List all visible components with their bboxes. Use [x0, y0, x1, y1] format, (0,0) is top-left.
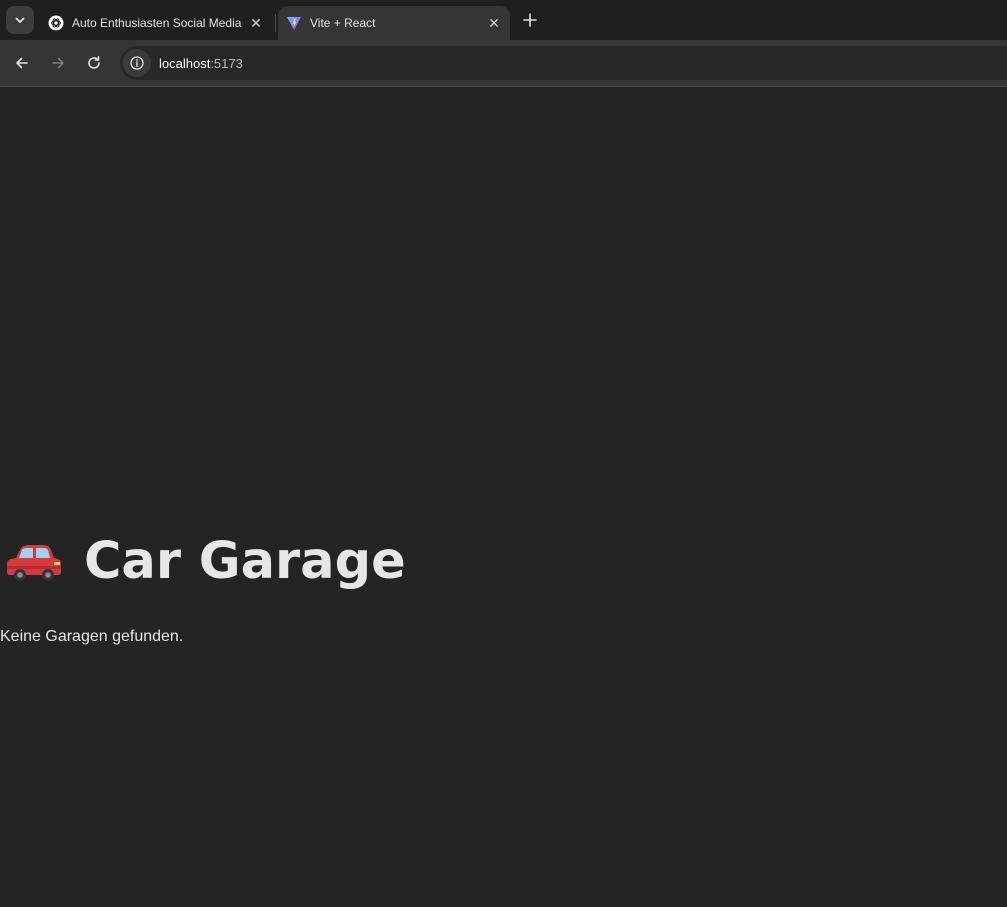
url-port: :5173 — [210, 55, 243, 71]
close-tab-icon[interactable]: ✕ — [246, 13, 266, 33]
reload-icon — [88, 56, 100, 69]
back-button[interactable] — [8, 49, 36, 77]
tab-search-button[interactable] — [6, 6, 34, 34]
browser-tab-bar: Auto Enthusiasten Social Media ✕ Vite + … — [0, 0, 1007, 40]
chevron-down-icon — [15, 17, 25, 23]
plus-icon — [523, 13, 537, 27]
new-tab-button[interactable] — [518, 8, 542, 32]
url-text: localhost:5173 — [159, 56, 243, 71]
page-title-text: Car Garage — [84, 532, 406, 591]
page-title: Car Garage — [6, 532, 406, 591]
forward-button[interactable] — [44, 49, 72, 77]
empty-state-message: Keine Garagen gefunden. — [0, 628, 184, 645]
info-icon — [130, 56, 144, 70]
reload-button[interactable] — [80, 49, 108, 77]
tab-title: Auto Enthusiasten Social Media — [72, 16, 242, 30]
vite-icon — [286, 15, 302, 31]
arrow-right-icon — [52, 57, 64, 69]
tab-auto-enthusiasten[interactable]: Auto Enthusiasten Social Media ✕ — [40, 6, 272, 40]
close-tab-icon[interactable]: ✕ — [484, 13, 504, 33]
tab-separator — [275, 14, 276, 32]
address-bar[interactable]: localhost:5173 — [120, 46, 1007, 80]
openai-icon — [48, 15, 64, 31]
url-host: localhost — [159, 55, 211, 71]
site-info-button[interactable] — [123, 49, 151, 77]
car-icon — [6, 542, 62, 582]
page-viewport: Car Garage Keine Garagen gefunden. — [0, 87, 1007, 907]
arrow-left-icon — [16, 57, 28, 69]
tab-vite-react[interactable]: Vite + React ✕ — [278, 6, 510, 40]
tab-title: Vite + React — [310, 16, 376, 30]
browser-toolbar: localhost:5173 — [0, 40, 1007, 86]
